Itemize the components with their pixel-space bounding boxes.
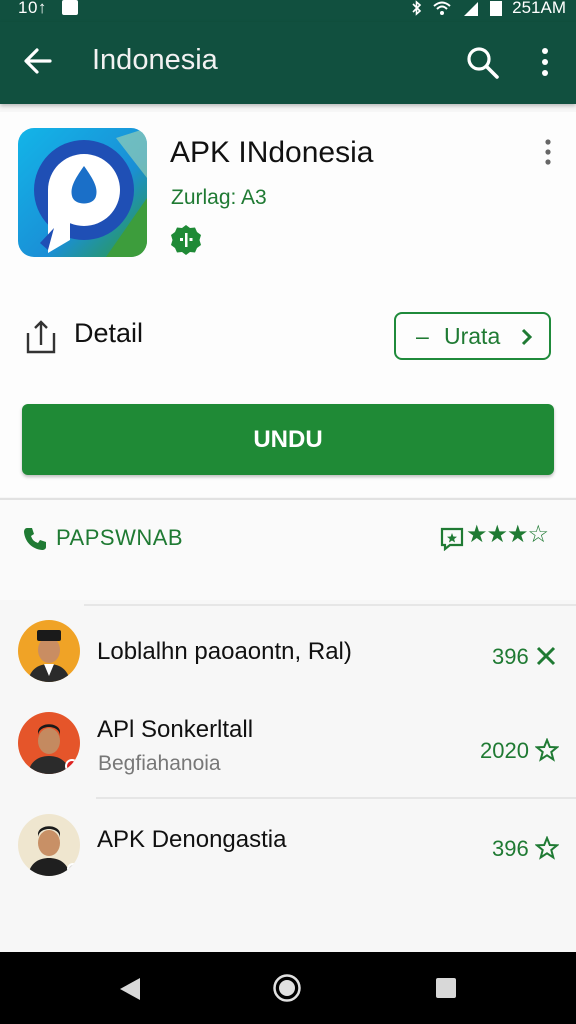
install-button[interactable]: UNDU: [22, 404, 554, 475]
nav-recents-icon[interactable]: [435, 977, 457, 999]
verified-badge-icon: [171, 225, 201, 255]
app-logo-icon: [18, 128, 147, 257]
status-clock: 251AM: [512, 0, 566, 17]
card-more-icon[interactable]: [543, 138, 553, 168]
avatar: [18, 620, 80, 682]
list-item-subtitle: Begfiahanoia: [98, 752, 221, 775]
bluetooth-icon: [412, 0, 422, 16]
update-button[interactable]: – Urata: [394, 312, 551, 360]
list-item[interactable]: APl Sonkerltall Begfiahanoia 2020: [0, 702, 576, 797]
list-item[interactable]: Loblalhn paoaontn, Ral) 396: [0, 606, 576, 701]
list-item[interactable]: APK Denongastia 396: [0, 800, 576, 900]
update-button-prefix: –: [416, 323, 429, 349]
divider: [96, 797, 576, 799]
share-icon[interactable]: [24, 319, 58, 355]
app-bar: Indonesia: [0, 22, 576, 104]
status-icons: 251AM: [412, 0, 566, 18]
avatar: [18, 712, 80, 774]
contact-label: PAPSWNAB: [56, 525, 184, 550]
wifi-icon: [433, 1, 451, 15]
nav-back-icon[interactable]: [118, 976, 142, 1002]
status-bar: 10↑ 251AM: [0, 0, 576, 22]
rate-review-icon[interactable]: [440, 527, 464, 551]
system-nav-bar: [0, 952, 576, 1024]
signal-icon: [464, 2, 479, 16]
star-rating: ★★★☆: [466, 521, 549, 548]
list-item-score: 396: [492, 644, 529, 669]
list-item-score: 2020: [480, 738, 529, 763]
x-icon[interactable]: [534, 644, 558, 668]
back-arrow-icon[interactable]: [22, 44, 54, 78]
battery-icon: [490, 0, 503, 16]
app-subtitle: Zurlag: A3: [171, 186, 267, 209]
search-icon[interactable]: [466, 46, 500, 80]
notification-icon: [62, 0, 78, 15]
page-title: Indonesia: [92, 44, 218, 76]
list-item-title: APl Sonkerltall: [97, 716, 254, 743]
phone-icon: [24, 528, 46, 550]
list-item-score: 396: [492, 836, 529, 861]
status-time: 10↑: [18, 0, 47, 17]
nav-home-icon[interactable]: [272, 973, 302, 1003]
detail-label[interactable]: Detail: [74, 318, 143, 349]
star-outline-icon[interactable]: [535, 836, 559, 860]
avatar: [18, 814, 80, 876]
contact-row[interactable]: PAPSWNAB ★★★☆: [0, 500, 576, 600]
list-item-title: Loblalhn paoaontn, Ral): [97, 638, 352, 665]
list-item-title: APK Denongastia: [97, 826, 287, 853]
star-outline-icon[interactable]: [535, 738, 559, 762]
update-button-label: Urata: [444, 323, 501, 349]
more-vert-icon[interactable]: [538, 46, 552, 80]
app-name: APK INdonesia: [170, 136, 374, 169]
chevron-right-icon: [521, 328, 533, 346]
app-card: APK INdonesia Zurlag: A3 Detail – Urata …: [0, 112, 576, 497]
